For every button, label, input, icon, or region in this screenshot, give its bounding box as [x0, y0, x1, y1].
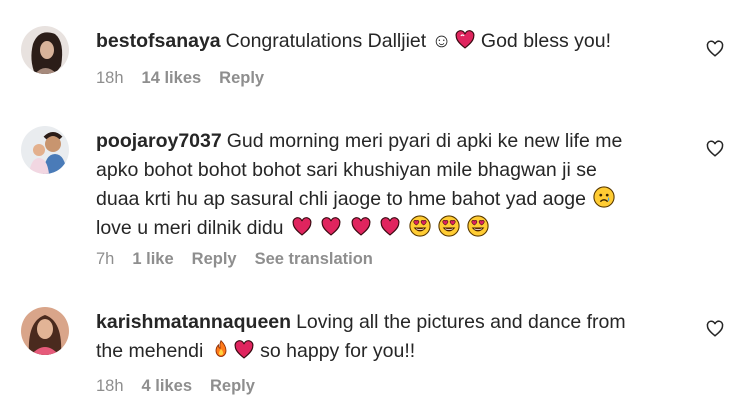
comment-text-part: so happy for you!!	[254, 340, 416, 362]
heart-eyes-emoji	[467, 215, 489, 237]
red-heart-emoji	[233, 340, 255, 360]
heart-outline-icon[interactable]	[706, 40, 724, 58]
heart-outline-icon[interactable]	[706, 140, 724, 158]
comment-text-part: God bless you!	[475, 30, 611, 52]
avatar[interactable]	[21, 126, 69, 174]
likes-count[interactable]: 4 likes	[142, 377, 192, 395]
comment-time: 18h	[96, 377, 124, 395]
comment-text-part: Congratulations Dalljiet ☺	[225, 30, 452, 52]
comment-text-part: love u meri dilnik didu	[96, 217, 284, 239]
comment-text: karishmatannaqueen Loving all the picture…	[96, 308, 626, 366]
comment-line: the mehendi so happy for you!!	[96, 337, 626, 366]
reply-button[interactable]: Reply	[192, 250, 237, 268]
comment-line: duaa krti hu ap sasural chli jaoge to hm…	[96, 185, 622, 214]
comment-text-part: Loving all the pictures and dance from	[296, 311, 626, 333]
comment-meta: 18h 4 likes Reply	[96, 377, 273, 396]
comment-line: apko bohot bohot bohot sari khushiyan mi…	[96, 159, 597, 181]
comment-line: karishmatannaqueen Loving all the picture…	[96, 308, 626, 337]
comment-text: poojaroy7037 Gud morning meri pyari di ap…	[96, 127, 622, 243]
red-heart-emoji	[350, 217, 372, 237]
comment-meta: 18h 14 likes Reply	[96, 69, 282, 88]
comment-time: 7h	[96, 250, 115, 268]
comment-username[interactable]: poojaroy7037	[96, 130, 222, 152]
comment-text-part: duaa krti hu ap sasural chli jaoge to hm…	[96, 188, 586, 210]
comment-username[interactable]: bestofsanaya	[96, 30, 221, 52]
sad-face-emoji	[593, 186, 616, 208]
comment-time: 18h	[96, 69, 124, 87]
heart-eyes-emoji	[438, 215, 460, 237]
comment-text-part: the mehendi	[96, 340, 204, 362]
comment-username[interactable]: karishmatannaqueen	[96, 311, 291, 333]
comment-meta: 7h 1 like Reply See translation	[96, 250, 391, 269]
reply-button[interactable]: Reply	[219, 69, 264, 87]
avatar[interactable]	[21, 26, 69, 74]
avatar[interactable]	[21, 307, 69, 355]
fire-emoji	[211, 338, 231, 360]
likes-count[interactable]: 1 like	[132, 250, 173, 268]
comment-line: poojaroy7037 Gud morning meri pyari di ap…	[96, 127, 622, 156]
see-translation-button[interactable]: See translation	[255, 250, 373, 268]
comment-line: love u meri dilnik didu	[96, 214, 622, 243]
comment-text-part: Gud morning meri pyari di apki ke new li…	[226, 130, 623, 152]
heart-eyes-emoji	[409, 215, 431, 237]
comment-text: bestofsanaya Congratulations Dalljiet ☺ G…	[96, 27, 611, 56]
reply-button[interactable]: Reply	[210, 377, 255, 395]
red-heart-emoji	[320, 217, 342, 237]
heart-outline-icon[interactable]	[706, 320, 724, 338]
red-heart-emoji	[379, 217, 401, 237]
sparkling-heart-emoji	[454, 30, 476, 50]
red-heart-emoji	[291, 217, 313, 237]
likes-count[interactable]: 14 likes	[142, 69, 202, 87]
